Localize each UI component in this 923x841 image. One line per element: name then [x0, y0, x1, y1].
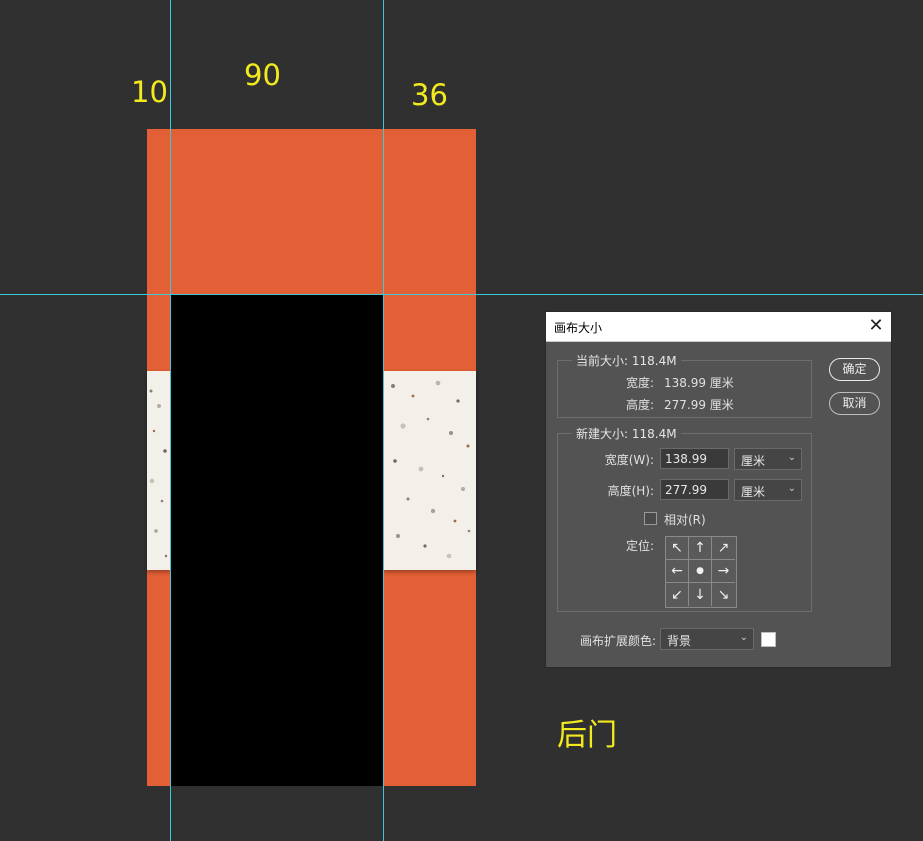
current-height-value: 277.99 厘米 — [664, 398, 734, 412]
chevron-down-icon: ⌄ — [787, 452, 796, 463]
guide-horizontal-1[interactable] — [0, 294, 923, 295]
canvas-size-dialog: 画布大小 ✕ 当前大小: 118.4M 宽度: 138.99 厘米 高度: 27… — [545, 311, 892, 668]
new-width-label: 宽度(W): — [604, 453, 654, 467]
terrazzo-band-left — [147, 371, 171, 570]
height-unit-select[interactable]: 厘米 ⌄ — [734, 479, 802, 501]
current-height-label: 高度: — [625, 398, 654, 412]
anchor-center-icon[interactable]: ● — [689, 560, 712, 583]
extension-color-value: 背景 — [667, 634, 692, 648]
dimension-label-middle: 90 — [244, 58, 281, 92]
anchor-label: 定位: — [625, 539, 654, 553]
width-input[interactable] — [660, 448, 729, 469]
anchor-top-right-icon[interactable]: ↗ — [712, 537, 735, 560]
relative-label[interactable]: 相对(R) — [664, 511, 706, 528]
cancel-button[interactable]: 取消 — [829, 392, 880, 415]
guide-vertical-1[interactable] — [170, 0, 171, 841]
terrazzo-texture-left — [149, 389, 168, 558]
dimension-label-left: 10 — [131, 75, 168, 109]
dialog-title: 画布大小 — [554, 321, 603, 335]
current-width-label: 宽度: — [625, 376, 654, 390]
anchor-grid[interactable]: ↖ ↑ ↗ ← ● → ↙ ↓ ↘ — [665, 536, 737, 608]
chevron-down-icon: ⌄ — [787, 483, 796, 494]
extension-color-swatch[interactable] — [761, 632, 776, 647]
current-size-group: 当前大小: 118.4M 宽度: 138.99 厘米 高度: 277.99 厘米 — [557, 352, 812, 418]
terrazzo-texture-right — [391, 380, 471, 559]
anchor-bottom-left-icon[interactable]: ↙ — [666, 583, 689, 606]
anchor-left-icon[interactable]: ← — [666, 560, 689, 583]
extension-color-select[interactable]: 背景 ⌄ — [660, 628, 754, 650]
dialog-titlebar[interactable]: 画布大小 ✕ — [546, 312, 891, 342]
ok-button[interactable]: 确定 — [829, 358, 880, 381]
width-unit-value: 厘米 — [741, 454, 766, 468]
anchor-bottom-icon[interactable]: ↓ — [689, 583, 712, 606]
anchor-top-icon[interactable]: ↑ — [689, 537, 712, 560]
new-height-label: 高度(H): — [607, 484, 654, 498]
extension-color-label: 画布扩展颜色: — [579, 634, 656, 648]
caption-back-door: 后门 — [557, 718, 617, 753]
width-unit-select[interactable]: 厘米 ⌄ — [734, 448, 802, 470]
terrazzo-band-right — [383, 371, 476, 570]
dimension-label-right: 36 — [411, 78, 448, 112]
anchor-right-icon[interactable]: → — [712, 560, 735, 583]
relative-checkbox[interactable] — [644, 512, 657, 525]
back-door-opening — [171, 295, 383, 786]
current-size-legend: 当前大小: 118.4M — [572, 352, 681, 369]
current-width-value: 138.99 厘米 — [664, 376, 734, 390]
chevron-down-icon: ⌄ — [739, 632, 748, 643]
height-unit-value: 厘米 — [741, 485, 766, 499]
guide-vertical-2[interactable] — [383, 0, 384, 841]
anchor-top-left-icon[interactable]: ↖ — [666, 537, 689, 560]
anchor-bottom-right-icon[interactable]: ↘ — [712, 583, 735, 606]
new-size-group: 新建大小: 118.4M 宽度(W): 厘米 ⌄ 高度(H): 厘米 ⌄ 相对(… — [557, 425, 812, 612]
close-icon[interactable]: ✕ — [867, 317, 885, 335]
height-input[interactable] — [660, 479, 729, 500]
new-size-legend: 新建大小: 118.4M — [572, 425, 681, 442]
